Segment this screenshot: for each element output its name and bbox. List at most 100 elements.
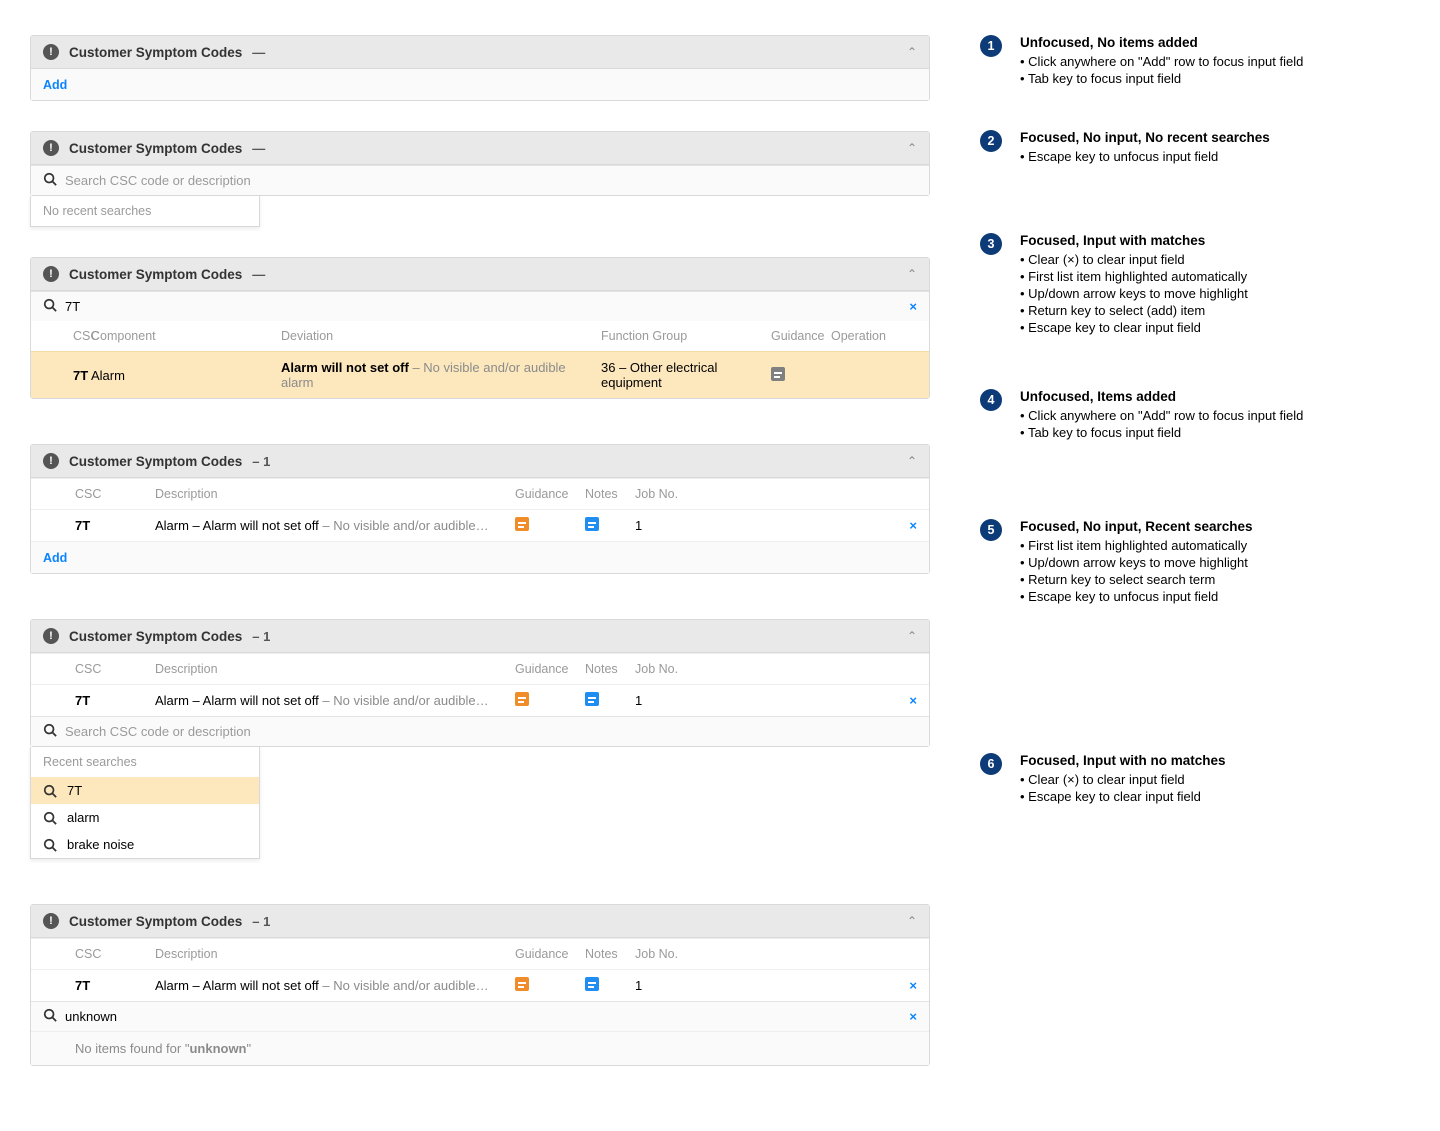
annotation-bullet: Click anywhere on "Add" row to focus inp… bbox=[1020, 54, 1303, 69]
annotation-bullet: Up/down arrow keys to move highlight bbox=[1020, 286, 1248, 301]
annotation-bullet: Tab key to focus input field bbox=[1020, 71, 1303, 86]
result-guidance bbox=[771, 367, 831, 384]
annotation: 2 Focused, No input, No recent searches … bbox=[980, 130, 1410, 166]
panel-state-5: ! Customer Symptom Codes – 1 ⌃ CSC Descr… bbox=[30, 619, 930, 747]
notes-icon[interactable] bbox=[585, 692, 599, 706]
guidance-icon[interactable] bbox=[771, 367, 785, 381]
guidance-icon[interactable] bbox=[515, 977, 529, 991]
annotation-bullet: Escape key to clear input field bbox=[1020, 789, 1226, 804]
col-csc: CSC bbox=[43, 329, 91, 343]
add-button[interactable]: Add bbox=[43, 78, 67, 92]
col-guidance: Guidance bbox=[515, 947, 585, 961]
search-icon bbox=[43, 1008, 57, 1025]
col-description: Description bbox=[155, 487, 515, 501]
result-component: Alarm bbox=[91, 368, 281, 383]
panel-title: Customer Symptom Codes bbox=[69, 267, 242, 282]
annotation-title: Focused, No input, No recent searches bbox=[1020, 130, 1270, 145]
items-header: CSC Description Guidance Notes Job No. bbox=[31, 653, 929, 684]
col-guidance: Guidance bbox=[515, 487, 585, 501]
chevron-up-icon[interactable]: ⌃ bbox=[907, 629, 917, 643]
item-job-no: 1 bbox=[635, 518, 695, 533]
item-job-no: 1 bbox=[635, 978, 695, 993]
annotations-column: 1 Unfocused, No items added Click anywhe… bbox=[980, 35, 1410, 1096]
recent-label: Recent searches bbox=[31, 747, 259, 777]
chevron-up-icon[interactable]: ⌃ bbox=[907, 267, 917, 281]
chevron-up-icon[interactable]: ⌃ bbox=[907, 454, 917, 468]
panel-title: Customer Symptom Codes bbox=[69, 45, 242, 60]
step-badge: 6 bbox=[980, 753, 1002, 775]
notes-icon[interactable] bbox=[585, 517, 599, 531]
panel-header[interactable]: ! Customer Symptom Codes — ⌃ bbox=[31, 132, 929, 165]
guidance-icon[interactable] bbox=[515, 692, 529, 706]
add-row[interactable]: Add bbox=[31, 541, 929, 573]
search-row[interactable] bbox=[31, 165, 929, 195]
clear-button[interactable]: × bbox=[909, 299, 917, 314]
clear-button[interactable]: × bbox=[909, 1009, 917, 1024]
chevron-up-icon[interactable]: ⌃ bbox=[907, 141, 917, 155]
panel-header[interactable]: ! Customer Symptom Codes – 1 ⌃ bbox=[31, 905, 929, 938]
result-deviation: Alarm will not set off – No visible and/… bbox=[281, 360, 601, 390]
panel-header[interactable]: ! Customer Symptom Codes — ⌃ bbox=[31, 258, 929, 291]
notes-icon[interactable] bbox=[585, 977, 599, 991]
annotation-title: Focused, Input with no matches bbox=[1020, 753, 1226, 768]
item-guidance bbox=[515, 977, 585, 994]
panel-header[interactable]: ! Customer Symptom Codes – 1 ⌃ bbox=[31, 620, 929, 653]
search-result-row[interactable]: 7T Alarm Alarm will not set off – No vis… bbox=[31, 351, 929, 398]
recent-item[interactable]: brake noise bbox=[31, 831, 259, 858]
search-input[interactable] bbox=[65, 299, 901, 314]
annotation-bullet: Escape key to unfocus input field bbox=[1020, 149, 1270, 164]
step-badge: 3 bbox=[980, 233, 1002, 255]
search-input[interactable] bbox=[65, 1009, 901, 1024]
annotation: 3 Focused, Input with matches Clear (×) … bbox=[980, 233, 1410, 337]
panel-state-3: ! Customer Symptom Codes — ⌃ × CSC Compo… bbox=[30, 257, 930, 399]
panel-title: Customer Symptom Codes bbox=[69, 454, 242, 469]
col-guidance: Guidance bbox=[771, 329, 831, 343]
step-badge: 2 bbox=[980, 130, 1002, 152]
search-row[interactable]: × bbox=[31, 1001, 929, 1031]
col-deviation: Deviation bbox=[281, 329, 601, 343]
delete-item-button[interactable]: × bbox=[909, 978, 917, 993]
delete-item-button[interactable]: × bbox=[909, 693, 917, 708]
search-icon bbox=[43, 811, 57, 825]
search-input[interactable] bbox=[65, 724, 917, 739]
chevron-up-icon[interactable]: ⌃ bbox=[907, 914, 917, 928]
item-csc: 7T bbox=[75, 518, 155, 533]
col-notes: Notes bbox=[585, 947, 635, 961]
col-description: Description bbox=[155, 947, 515, 961]
col-csc: CSC bbox=[75, 487, 155, 501]
annotation-bullet: Clear (×) to clear input field bbox=[1020, 772, 1226, 787]
panel-state-6: ! Customer Symptom Codes – 1 ⌃ CSC Descr… bbox=[30, 904, 930, 1066]
search-row[interactable] bbox=[31, 716, 929, 746]
search-icon bbox=[43, 838, 57, 852]
annotation-bullet: Return key to select (add) item bbox=[1020, 303, 1248, 318]
panel-header[interactable]: ! Customer Symptom Codes – 1 ⌃ bbox=[31, 445, 929, 478]
warning-icon: ! bbox=[43, 453, 59, 469]
search-icon bbox=[43, 172, 57, 189]
chevron-up-icon[interactable]: ⌃ bbox=[907, 45, 917, 59]
col-guidance: Guidance bbox=[515, 662, 585, 676]
panel-suffix: – 1 bbox=[252, 914, 270, 929]
result-function-group: 36 – Other electrical equipment bbox=[601, 360, 771, 390]
delete-item-button[interactable]: × bbox=[909, 518, 917, 533]
recent-item-label: brake noise bbox=[67, 837, 134, 852]
panel-header[interactable]: ! Customer Symptom Codes — ⌃ bbox=[31, 36, 929, 69]
recent-item[interactable]: alarm bbox=[31, 804, 259, 831]
item-guidance bbox=[515, 517, 585, 534]
recent-item[interactable]: 7T bbox=[31, 777, 259, 804]
col-job-no: Job No. bbox=[635, 487, 695, 501]
search-icon bbox=[43, 298, 57, 315]
item-csc: 7T bbox=[75, 693, 155, 708]
items-header: CSC Description Guidance Notes Job No. bbox=[31, 478, 929, 509]
annotation-bullet: Click anywhere on "Add" row to focus inp… bbox=[1020, 408, 1303, 423]
add-row[interactable]: Add bbox=[31, 69, 929, 100]
item-guidance bbox=[515, 692, 585, 709]
col-notes: Notes bbox=[585, 662, 635, 676]
warning-icon: ! bbox=[43, 628, 59, 644]
add-button[interactable]: Add bbox=[43, 551, 67, 565]
search-row[interactable]: × bbox=[31, 291, 929, 321]
annotation-bullet: Escape key to unfocus input field bbox=[1020, 589, 1253, 604]
search-input[interactable] bbox=[65, 173, 917, 188]
item-description: Alarm – Alarm will not set off – No visi… bbox=[155, 693, 515, 708]
guidance-icon[interactable] bbox=[515, 517, 529, 531]
items-header: CSC Description Guidance Notes Job No. bbox=[31, 938, 929, 969]
